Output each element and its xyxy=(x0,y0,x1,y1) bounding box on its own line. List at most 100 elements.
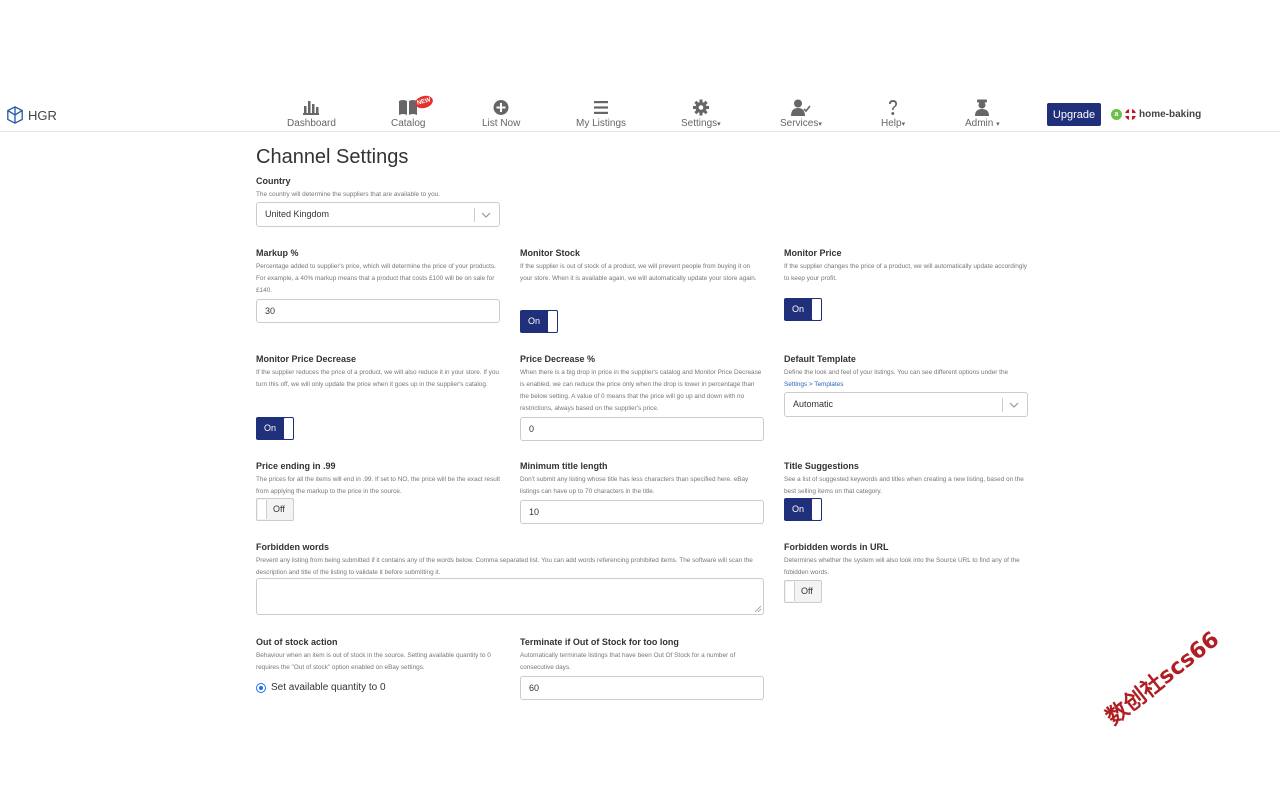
nav-list-now[interactable]: List Now xyxy=(482,99,520,129)
terminate-oos-setting: Terminate if Out of Stock for too long A… xyxy=(520,637,764,700)
country-setting: Country The country will determine the s… xyxy=(256,176,500,227)
price-ending-label: Price ending in .99 xyxy=(256,461,336,471)
markup-desc: Percentage added to supplier's price, wh… xyxy=(256,263,496,294)
price-ending-toggle[interactable]: Off xyxy=(256,498,294,521)
country-label: Country xyxy=(256,176,291,186)
radio-label: Set available quantity to 0 xyxy=(271,682,386,693)
forbidden-words-textarea[interactable] xyxy=(256,578,764,615)
default-template-desc: Define the look and feel of your listing… xyxy=(784,367,1028,391)
monitor-price-setting: Monitor Price If the supplier changes th… xyxy=(784,248,1028,285)
monitor-price-desc: If the supplier changes the price of a p… xyxy=(784,263,1027,282)
out-of-stock-action-desc: Behaviour when an item is out of stock i… xyxy=(256,652,491,671)
page-title: Channel Settings xyxy=(256,146,409,168)
markup-input[interactable]: 30 xyxy=(256,299,500,323)
monitor-price-decrease-toggle[interactable]: On xyxy=(256,417,294,440)
monitor-stock-label: Monitor Stock xyxy=(520,248,580,258)
nav-label: Catalog xyxy=(391,118,426,129)
markup-label: Markup % xyxy=(256,248,299,258)
monitor-price-decrease-setting: Monitor Price Decrease If the supplier r… xyxy=(256,354,500,391)
forbidden-words-url-label: Forbidden words in URL xyxy=(784,542,889,552)
monitor-price-toggle[interactable]: On xyxy=(784,298,822,321)
brand-logo[interactable]: HGR xyxy=(6,106,57,124)
default-template-setting: Default Template Define the look and fee… xyxy=(784,354,1028,417)
nav-label: Dashboard xyxy=(287,118,336,129)
default-template-desc-text: Define the look and feel of your listing… xyxy=(784,369,1009,376)
nav-settings[interactable]: Settings▾ xyxy=(681,99,721,129)
terminate-oos-desc: Automatically terminate listings that ha… xyxy=(520,652,736,671)
caret-down-icon: ▾ xyxy=(717,121,721,128)
nav-help[interactable]: Help▾ xyxy=(881,99,905,129)
radio-set-quantity-zero[interactable]: Set available quantity to 0 xyxy=(256,682,386,693)
toggle-state: On xyxy=(528,316,541,326)
min-title-length-label: Minimum title length xyxy=(520,461,608,471)
toggle-knob xyxy=(812,299,821,320)
forbidden-words-url-setting: Forbidden words in URL Determines whethe… xyxy=(784,542,1028,579)
watermark-text: 数创社scs66 xyxy=(1101,627,1225,731)
forbidden-words-setting: Forbidden words Prevent any listing from… xyxy=(256,542,756,579)
monitor-stock-toggle[interactable]: On xyxy=(520,310,558,333)
price-ending-desc: The prices for all the items will end in… xyxy=(256,476,501,495)
toggle-knob xyxy=(284,418,293,439)
select-separator xyxy=(1002,398,1003,412)
nav-dashboard[interactable]: Dashboard xyxy=(287,99,336,129)
toggle-knob xyxy=(812,499,821,520)
nav-my-listings[interactable]: My Listings xyxy=(576,99,626,129)
out-of-stock-action-setting: Out of stock action Behaviour when an it… xyxy=(256,637,500,674)
templates-link[interactable]: Settings > Templates xyxy=(784,381,843,388)
monitor-price-label: Monitor Price xyxy=(784,248,842,258)
monitor-price-decrease-desc: If the supplier reduces the price of a p… xyxy=(256,369,499,388)
uk-flag-icon xyxy=(1125,109,1136,120)
plus-circle-icon xyxy=(482,99,520,116)
question-icon xyxy=(881,99,905,116)
title-suggestions-toggle[interactable]: On xyxy=(784,498,822,521)
country-select[interactable]: United Kingdom xyxy=(256,202,500,227)
nav-label: My Listings xyxy=(576,118,627,129)
radio-button[interactable] xyxy=(256,682,266,693)
nav-services[interactable]: Services▾ xyxy=(780,99,822,129)
forbidden-words-url-toggle[interactable]: Off xyxy=(784,580,822,603)
toggle-state: On xyxy=(264,423,277,433)
default-template-label: Default Template xyxy=(784,354,856,364)
forbidden-words-label: Forbidden words xyxy=(256,542,329,552)
title-suggestions-label: Title Suggestions xyxy=(784,461,859,471)
nav-catalog[interactable]: NEW Catalog xyxy=(391,93,435,129)
caret-down-icon: ▾ xyxy=(901,121,906,128)
country-value: United Kingdom xyxy=(265,209,330,219)
admin-user-icon xyxy=(965,99,1000,116)
out-of-stock-action-label: Out of stock action xyxy=(256,637,338,647)
price-decrease-input[interactable]: 0 xyxy=(520,417,764,441)
title-suggestions-desc: See a list of suggested keywords and tit… xyxy=(784,476,1024,495)
gear-icon xyxy=(681,99,721,116)
nav-label: Admin xyxy=(965,118,994,129)
nav-label: List Now xyxy=(482,118,521,129)
country-desc: The country will determine the suppliers… xyxy=(256,191,441,198)
forbidden-words-url-desc: Determines whether the system will also … xyxy=(784,557,1020,576)
min-title-length-setting: Minimum title length Don't submit any li… xyxy=(520,461,764,524)
markup-setting: Markup % Percentage added to supplier's … xyxy=(256,248,500,323)
chevron-down-icon xyxy=(1008,393,1020,416)
toggle-knob xyxy=(786,582,795,601)
resize-grip-icon[interactable] xyxy=(755,606,761,612)
title-suggestions-setting: Title Suggestions See a list of suggeste… xyxy=(784,461,1028,498)
monitor-stock-desc: If the supplier is out of stock of a pro… xyxy=(520,263,757,282)
chevron-down-icon xyxy=(480,203,492,226)
price-decrease-desc: When there is a big drop in price in the… xyxy=(520,369,762,412)
nav-label: Services xyxy=(780,118,819,129)
upgrade-button[interactable]: Upgrade xyxy=(1047,103,1101,126)
toggle-state: On xyxy=(792,304,805,314)
account-menu[interactable]: a home-baking xyxy=(1111,109,1201,120)
bar-chart-icon xyxy=(287,99,336,116)
default-template-select[interactable]: Automatic xyxy=(784,392,1028,417)
price-ending-setting: Price ending in .99 The prices for all t… xyxy=(256,461,500,498)
monitor-price-decrease-label: Monitor Price Decrease xyxy=(256,354,357,364)
toggle-state: Off xyxy=(801,586,813,596)
price-decrease-setting: Price Decrease % When there is a big dro… xyxy=(520,354,764,441)
toggle-state: Off xyxy=(273,504,285,514)
cube-icon xyxy=(7,106,23,124)
nav-admin[interactable]: Admin ▾ xyxy=(965,99,1000,129)
select-separator xyxy=(474,208,475,222)
terminate-oos-input[interactable]: 60 xyxy=(520,676,764,700)
min-title-length-input[interactable]: 10 xyxy=(520,500,764,524)
min-title-length-desc: Don't submit any listing whose title has… xyxy=(520,476,749,495)
price-decrease-label: Price Decrease % xyxy=(520,354,596,364)
